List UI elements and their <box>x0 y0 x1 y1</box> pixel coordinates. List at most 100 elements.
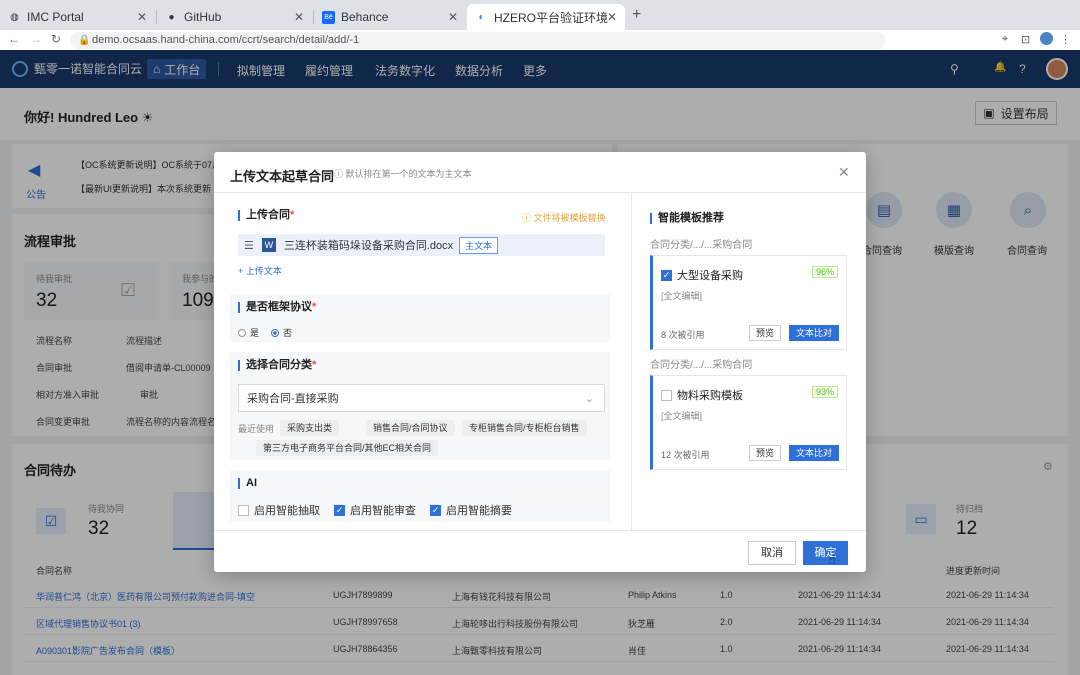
uploaded-file[interactable]: ☰ W 三连杯装箱码垛设备采购合同.docx 主文本 <box>238 234 605 256</box>
close-icon[interactable]: ✕ <box>838 164 850 181</box>
behance-icon: Bē <box>322 10 335 24</box>
category-select[interactable]: 采购合同-直接采购 ⌄ <box>238 384 605 412</box>
url-text: demo.ocsaas.hand-china.com/ccrt/search/d… <box>92 34 360 46</box>
tab-label: IMC Portal <box>27 10 84 24</box>
frame-radio-group: 是 否 <box>238 326 292 339</box>
tab-imc-portal[interactable]: ◍ IMC Portal ✕ <box>0 4 155 30</box>
preview-button[interactable]: 预览 <box>749 445 782 461</box>
category-path: 合同分类/.../...采购合同 <box>650 240 753 251</box>
recommend-pane: 智能模板推荐 合同分类/.../...采购合同 ✓ 大型设备采购 96% [全文… <box>631 192 866 530</box>
preview-button[interactable]: 预览 <box>749 325 782 341</box>
category-title: 选择合同分类 <box>246 359 312 371</box>
modal-hint: ⓘ 默认排在第一个的文本为主文本 <box>334 167 472 180</box>
warning-text: ⓘ 文件将被模板替换 <box>522 213 606 223</box>
cancel-button[interactable]: 取消 <box>748 541 796 565</box>
option-label: 启用智能审查 <box>350 505 416 517</box>
recent-chip[interactable]: 专柜销售合同/专柜柜台销售 <box>462 420 587 436</box>
section-title: 选择合同分类* <box>238 360 316 371</box>
ai-section: AI 启用智能抽取 ✓ 启用智能审查 ✓ 启用智能摘要 <box>230 470 610 522</box>
compare-button[interactable]: 文本比对 <box>789 445 840 461</box>
checkbox[interactable]: ✓ <box>430 504 441 516</box>
globe-icon: ◍ <box>10 11 19 23</box>
recent-chip[interactable]: 采购支出类 <box>280 420 340 436</box>
ai-review-option[interactable]: ✓ 启用智能审查 <box>334 502 416 518</box>
new-tab-icon[interactable]: + <box>632 6 641 24</box>
close-icon[interactable]: ✕ <box>448 10 458 24</box>
hint-text: 默认排在第一个的文本为主文本 <box>345 169 472 179</box>
upload-title: 上传合同 <box>246 209 290 221</box>
file-name: 三连杯装箱码垛设备采购合同.docx <box>283 240 454 252</box>
frame-title: 是否框架协议 <box>246 301 312 313</box>
recent-label: 最近使用 <box>238 424 275 434</box>
radio-yes-label[interactable]: 是 <box>250 326 259 339</box>
tab-label: HZERO平台验证环境 <box>494 10 609 25</box>
translate-icon[interactable]: ⊡ <box>1021 33 1030 46</box>
back-icon[interactable]: ← <box>8 32 20 46</box>
url-bar[interactable]: 🔒 demo.ocsaas.hand-china.com/ccrt/search… <box>70 32 885 49</box>
template-title: 物料采购模板 <box>677 390 743 402</box>
template-mode: [全文编辑] <box>661 411 703 421</box>
radio-no[interactable] <box>271 328 280 337</box>
tab-label: GitHub <box>184 10 222 24</box>
main-text-tag: 主文本 <box>459 236 499 254</box>
category-path: 合同分类/.../...采购合同 <box>650 360 753 371</box>
match-percent: 96% <box>811 266 838 278</box>
template-name: 物料采购模板 <box>661 387 743 403</box>
drag-handle-icon[interactable]: ☰ <box>244 239 254 252</box>
tab-github[interactable]: ● GitHub ✕ <box>157 4 312 30</box>
browser-chrome: ◍ IMC Portal ✕ ● GitHub ✕ Bē Behance ✕ ◐… <box>0 0 1080 50</box>
tab-hzero[interactable]: ◐ HZERO平台验证环境 ✕ <box>467 4 625 30</box>
close-icon[interactable]: ✕ <box>294 10 304 24</box>
template-card[interactable]: 物料采购模板 93% [全文编辑] 12 次被引用 预览 文本比对 <box>650 375 847 470</box>
match-percent: 93% <box>811 386 838 398</box>
usage-count: 8 次被引用 <box>661 330 705 340</box>
usage-count: 12 次被引用 <box>661 450 710 460</box>
recent-chip[interactable]: 销售合同/合同协议 <box>366 420 455 436</box>
checkbox[interactable]: ✓ <box>661 269 672 281</box>
checkbox[interactable] <box>238 504 249 516</box>
option-label: 启用智能摘要 <box>446 505 512 517</box>
add-text-link[interactable]: + 上传文本 <box>238 264 282 277</box>
section-title: 上传合同* <box>238 210 294 221</box>
checkbox[interactable] <box>661 389 672 401</box>
option-label: 启用智能抽取 <box>254 505 320 517</box>
modal-footer: 取消 确定 <box>214 530 866 572</box>
tab-label: Behance <box>341 10 389 24</box>
radio-yes[interactable] <box>238 328 246 337</box>
compare-button[interactable]: 文本比对 <box>789 325 840 341</box>
template-name: ✓ 大型设备采购 <box>661 267 743 283</box>
category-value: 采购合同-直接采购 <box>247 393 339 405</box>
forward-icon[interactable]: → <box>30 32 42 46</box>
template-card[interactable]: ✓ 大型设备采购 96% [全文编辑] 8 次被引用 预览 文本比对 <box>650 255 847 350</box>
confirm-button[interactable]: 确定 <box>803 541 848 565</box>
address-row: ← → ↻ 🔒 demo.ocsaas.hand-china.com/ccrt/… <box>0 30 1080 50</box>
ai-extract-option[interactable]: 启用智能抽取 <box>238 502 320 518</box>
close-icon[interactable]: ✕ <box>137 10 147 24</box>
upload-draft-modal: 上传文本起草合同 ⓘ 默认排在第一个的文本为主文本 ✕ 上传合同* ⓘ 文件将被… <box>214 152 866 572</box>
ai-summary-option[interactable]: ✓ 启用智能摘要 <box>430 502 512 518</box>
frame-section: 是否框架协议* 是 否 <box>230 294 610 342</box>
recent-chip[interactable]: 第三方电子商务平台合同/其他EC相关合同 <box>256 440 439 456</box>
close-icon[interactable]: ✕ <box>607 10 617 24</box>
recommend-title: 智能模板推荐 <box>650 213 724 224</box>
pointer-cursor-icon: ☝ <box>828 552 836 567</box>
github-icon: ● <box>168 11 175 23</box>
reload-icon[interactable]: ↻ <box>51 32 61 46</box>
info-icon: ⓘ <box>334 169 346 179</box>
checkbox[interactable]: ✓ <box>334 504 345 516</box>
section-title: 是否框架协议* <box>238 302 316 313</box>
profile-avatar[interactable] <box>1040 32 1053 45</box>
section-title: AI <box>238 478 257 489</box>
word-file-icon: W <box>261 238 276 252</box>
category-section: 选择合同分类* 采购合同-直接采购 ⌄ 最近使用 采购支出类 销售合同/合同协议… <box>230 352 610 460</box>
radio-no-label[interactable]: 否 <box>283 326 292 339</box>
form-pane: 上传合同* ⓘ 文件将被模板替换 ☰ W 三连杯装箱码垛设备采购合同.docx … <box>230 202 610 530</box>
tab-strip: ◍ IMC Portal ✕ ● GitHub ✕ Bē Behance ✕ ◐… <box>0 0 1080 30</box>
chevron-down-icon: ⌄ <box>584 392 594 405</box>
tab-behance[interactable]: Bē Behance ✕ <box>314 4 466 30</box>
modal-title: 上传文本起草合同 <box>230 169 335 184</box>
menu-icon[interactable]: ⋮ <box>1060 33 1071 46</box>
template-mode: [全文编辑] <box>661 291 703 301</box>
template-title: 大型设备采购 <box>677 270 743 282</box>
location-icon[interactable]: ⌖ <box>1002 33 1008 46</box>
